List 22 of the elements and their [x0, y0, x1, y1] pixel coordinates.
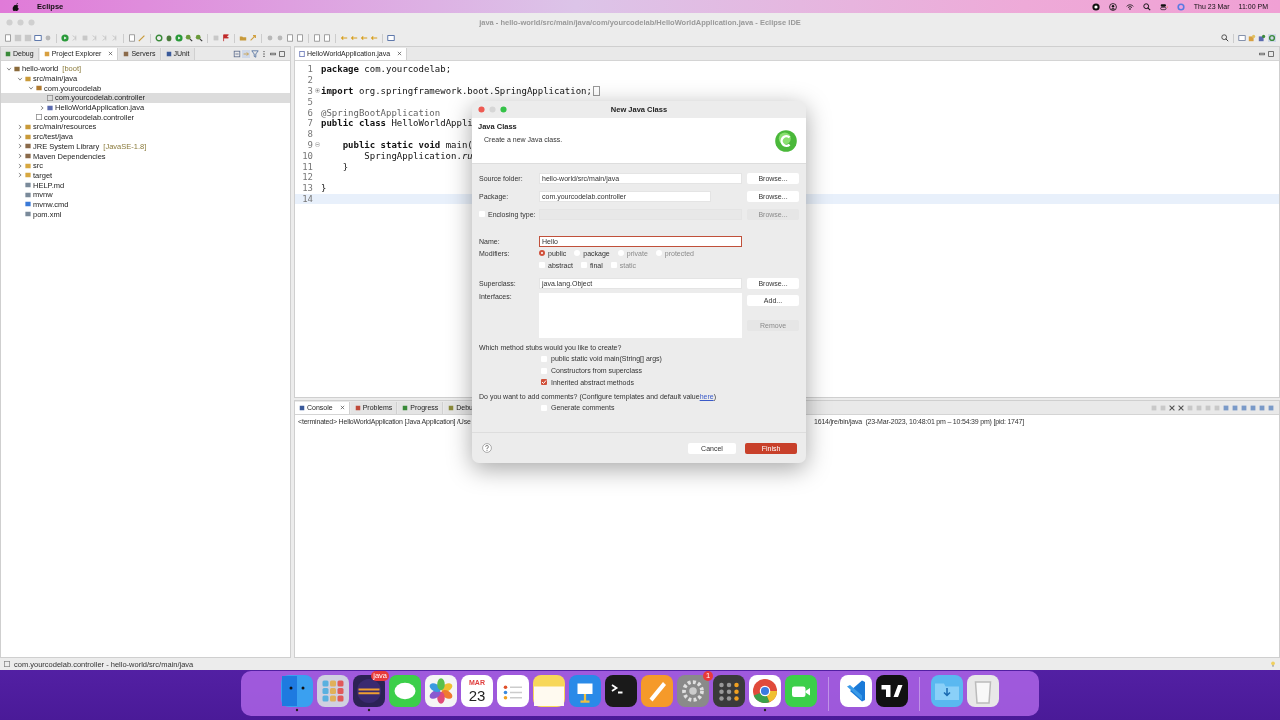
code-line: }	[321, 183, 327, 194]
line-number: 14	[301, 193, 313, 204]
line-number: 6	[306, 107, 313, 118]
line-number: 3	[306, 86, 313, 96]
line-number: 7	[306, 118, 313, 129]
code-line: public static void main(	[341, 139, 473, 150]
line-number: 5	[306, 96, 313, 107]
code-line: }	[341, 161, 349, 172]
line-number: 2	[306, 75, 313, 86]
calendar-day: 23	[468, 686, 486, 704]
line-number: 8	[306, 129, 313, 140]
line-number: 12	[301, 172, 313, 183]
line-number: 10	[301, 150, 313, 161]
code-line: package com.yourcodelab;	[321, 64, 452, 75]
code-line: @SpringBootApplication	[321, 107, 441, 118]
code-line: import org.springframework.boot.SpringApplication;	[321, 86, 592, 96]
code-line: SpringApplication.ru	[363, 150, 473, 161]
line-number: 1	[306, 64, 313, 75]
line-number: 13	[301, 183, 313, 194]
code-line: public class HelloWorldAppli	[321, 118, 473, 129]
line-number: 9	[306, 139, 313, 150]
line-number: 11	[301, 161, 313, 172]
